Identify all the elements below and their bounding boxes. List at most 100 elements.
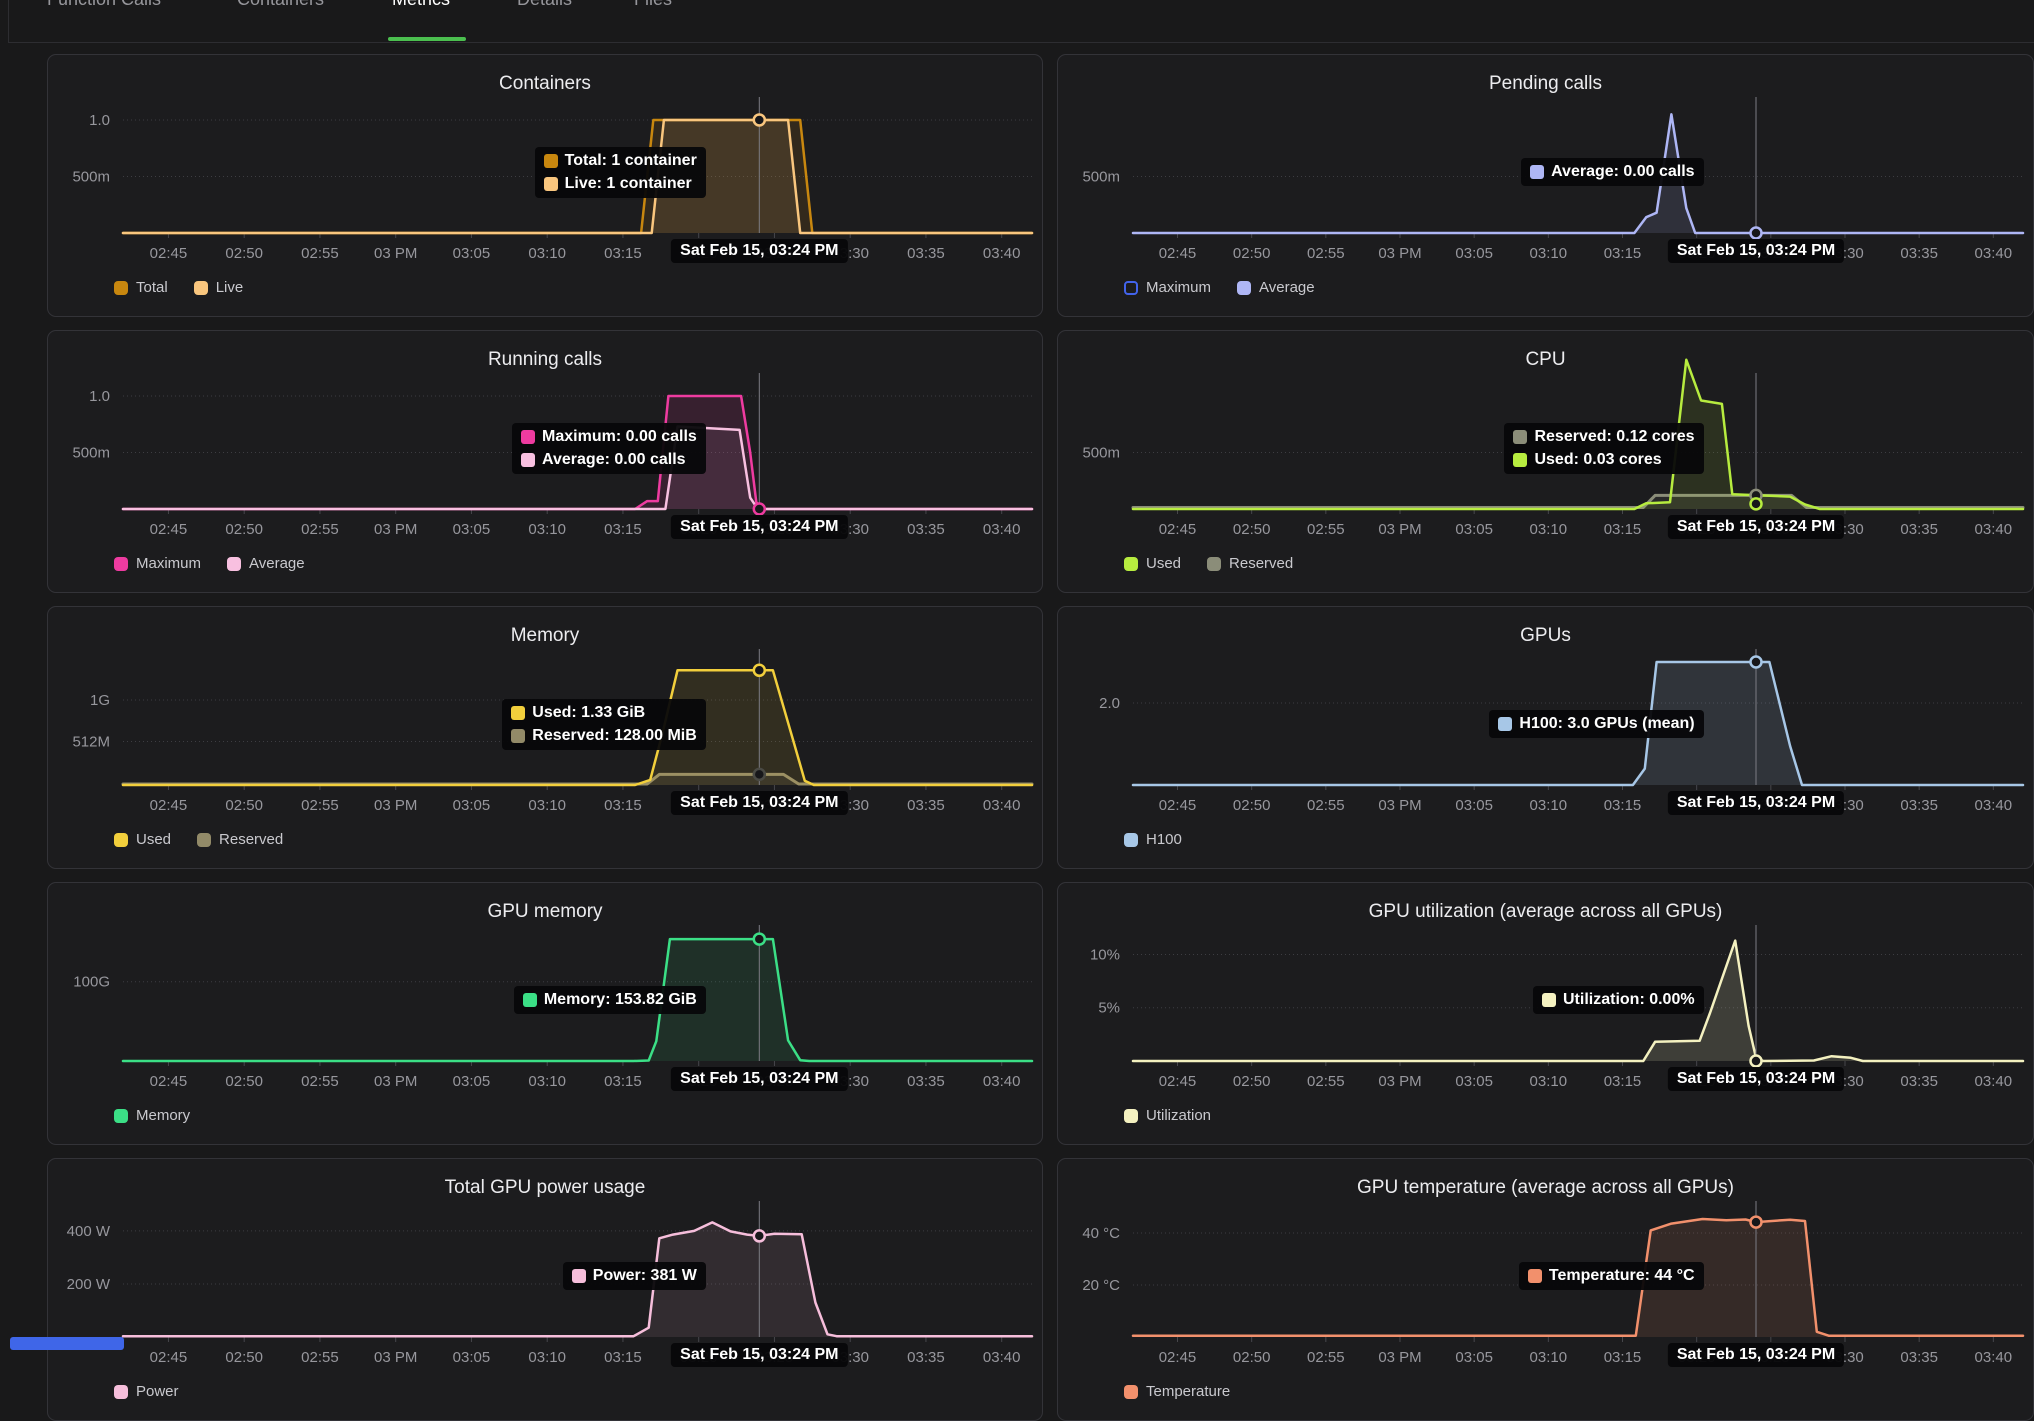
- chart-tooltip: H100: 3.0 GPUs (mean): [1489, 710, 1703, 738]
- legend-item-utilization[interactable]: Utilization: [1124, 1107, 1211, 1124]
- svg-text:02:55: 02:55: [1307, 797, 1345, 814]
- svg-text:02:45: 02:45: [1159, 1073, 1197, 1090]
- svg-text:02:50: 02:50: [1233, 1349, 1271, 1366]
- crosshair-time-badge: Sat Feb 15, 03:24 PM: [1668, 1067, 1844, 1091]
- crosshair-time-badge: Sat Feb 15, 03:24 PM: [1668, 791, 1844, 815]
- legend-item-maximum[interactable]: Maximum: [1124, 279, 1211, 296]
- svg-text:03:05: 03:05: [453, 1349, 491, 1366]
- legend-label: Reserved: [219, 831, 283, 848]
- legend-item-average[interactable]: Average: [1237, 279, 1315, 296]
- svg-text:03:05: 03:05: [1455, 1073, 1493, 1090]
- svg-text:03:10: 03:10: [528, 1349, 566, 1366]
- svg-text:02:55: 02:55: [1307, 1349, 1345, 1366]
- chart-card-pending-calls: Pending calls500m02:4502:5002:5503 PM03:…: [1057, 54, 2034, 317]
- chart-tooltip: Average: 0.00 calls: [1521, 158, 1704, 186]
- svg-text:03:15: 03:15: [1604, 245, 1642, 262]
- svg-text:03:15: 03:15: [604, 1073, 642, 1090]
- chart-legend: Maximum Average: [114, 555, 305, 572]
- chart-card-gpu-temperature: GPU temperature (average across all GPUs…: [1057, 1158, 2034, 1421]
- tooltip-value: Utilization: 0.00%: [1563, 991, 1695, 1009]
- chart-legend: Memory: [114, 1107, 190, 1124]
- legend-swatch: [1237, 281, 1251, 295]
- crosshair-time-badge: Sat Feb 15, 03:24 PM: [1668, 515, 1844, 539]
- legend-item-reserved[interactable]: Reserved: [197, 831, 283, 848]
- tooltip-series-swatch: [572, 1269, 586, 1283]
- tab-function-calls[interactable]: Function Calls: [47, 0, 161, 10]
- svg-text:200 W: 200 W: [67, 1276, 111, 1293]
- chart-tooltip: Total: 1 containerLive: 1 container: [535, 147, 706, 198]
- chart-card-cpu: CPU500m02:4502:5002:5503 PM03:0503:1003:…: [1057, 330, 2034, 593]
- legend-item-average[interactable]: Average: [227, 555, 305, 572]
- legend-item-memory[interactable]: Memory: [114, 1107, 190, 1124]
- tooltip-series-swatch: [544, 154, 558, 168]
- svg-text:03:40: 03:40: [1975, 797, 2013, 814]
- chart-plot-pending-calls[interactable]: 500m02:4502:5002:5503 PM03:0503:1003:150…: [1058, 55, 2034, 317]
- tooltip-value: Total: 1 container: [565, 152, 697, 170]
- tooltip-series-swatch: [521, 453, 535, 467]
- tooltip-value: Average: 0.00 calls: [1551, 163, 1695, 181]
- tooltip-series-swatch: [544, 177, 558, 191]
- svg-text:03:15: 03:15: [1604, 521, 1642, 538]
- legend-item-used[interactable]: Used: [114, 831, 171, 848]
- legend-item-reserved[interactable]: Reserved: [1207, 555, 1293, 572]
- svg-text:03:10: 03:10: [1530, 1073, 1568, 1090]
- tooltip-value: Temperature: 44 °C: [1549, 1267, 1695, 1285]
- svg-text:02:45: 02:45: [150, 797, 188, 814]
- chart-legend: Power: [114, 1383, 179, 1400]
- tooltip-value: Average: 0.00 calls: [542, 451, 686, 469]
- svg-text:400 W: 400 W: [67, 1223, 111, 1240]
- chart-tooltip: Reserved: 0.12 cores Used: 0.03 cores: [1504, 423, 1703, 474]
- tab-bar: Function Calls Containers Metrics Detail…: [0, 0, 2034, 43]
- svg-text:03 PM: 03 PM: [1378, 245, 1421, 262]
- legend-item-h100[interactable]: H100: [1124, 831, 1182, 848]
- legend-item-temperature[interactable]: Temperature: [1124, 1383, 1230, 1400]
- svg-text:02:50: 02:50: [1233, 521, 1271, 538]
- tooltip-series-swatch: [1513, 453, 1527, 467]
- chart-plot-gpu-temperature[interactable]: 40 °C20 °C02:4502:5002:5503 PM03:0503:10…: [1058, 1159, 2034, 1421]
- tooltip-value: H100: 3.0 GPUs (mean): [1519, 715, 1694, 733]
- svg-text:02:45: 02:45: [150, 245, 188, 262]
- legend-swatch: [1124, 557, 1138, 571]
- svg-text:02:55: 02:55: [301, 245, 339, 262]
- svg-text:03:10: 03:10: [528, 1073, 566, 1090]
- legend-item-maximum[interactable]: Maximum: [114, 555, 201, 572]
- svg-text:02:45: 02:45: [1159, 245, 1197, 262]
- chart-tooltip: Temperature: 44 °C: [1519, 1262, 1704, 1290]
- legend-item-live[interactable]: Live: [194, 279, 244, 296]
- svg-text:02:50: 02:50: [225, 245, 263, 262]
- chart-plot-gpu-utilization[interactable]: 10%5%02:4502:5002:5503 PM03:0503:1003:15…: [1058, 883, 2034, 1145]
- chart-plot-gpus[interactable]: 2.002:4502:5002:5503 PM03:0503:1003:1503…: [1058, 607, 2034, 869]
- svg-text:03:15: 03:15: [1604, 1073, 1642, 1090]
- tab-details[interactable]: Details: [517, 0, 572, 10]
- tab-containers[interactable]: Containers: [237, 0, 324, 10]
- legend-item-total[interactable]: Total: [114, 279, 168, 296]
- chart-plot-gpu-memory[interactable]: 100G02:4502:5002:5503 PM03:0503:1003:150…: [48, 883, 1043, 1145]
- crosshair-time-badge: Sat Feb 15, 03:24 PM: [671, 515, 847, 539]
- chart-card-gpu-power: Total GPU power usage400 W200 W02:4502:5…: [47, 1158, 1043, 1421]
- svg-text:03:10: 03:10: [528, 797, 566, 814]
- svg-text:02:55: 02:55: [301, 521, 339, 538]
- legend-item-used[interactable]: Used: [1124, 555, 1181, 572]
- tooltip-value: Maximum: 0.00 calls: [542, 428, 697, 446]
- svg-text:02:45: 02:45: [150, 1073, 188, 1090]
- legend-label: Total: [136, 279, 168, 296]
- tooltip-value: Used: 0.03 cores: [1534, 451, 1661, 469]
- tooltip-value: Reserved: 0.12 cores: [1534, 428, 1694, 446]
- chart-legend: Used Reserved: [114, 831, 283, 848]
- crosshair-time-badge: Sat Feb 15, 03:24 PM: [1668, 1343, 1844, 1367]
- chart-card-gpu-memory: GPU memory100G02:4502:5002:5503 PM03:050…: [47, 882, 1043, 1145]
- legend-item-power[interactable]: Power: [114, 1383, 179, 1400]
- svg-text:03:15: 03:15: [604, 521, 642, 538]
- legend-label: Average: [249, 555, 305, 572]
- legend-label: Power: [136, 1383, 179, 1400]
- tab-metrics[interactable]: Metrics: [392, 0, 450, 10]
- chart-plot-gpu-power[interactable]: 400 W200 W02:4502:5002:5503 PM03:0503:10…: [48, 1159, 1043, 1421]
- svg-text:02:45: 02:45: [150, 1349, 188, 1366]
- svg-text:03:05: 03:05: [1455, 521, 1493, 538]
- chart-card-gpu-utilization: GPU utilization (average across all GPUs…: [1057, 882, 2034, 1145]
- svg-text:03:40: 03:40: [983, 521, 1021, 538]
- tooltip-series-swatch: [1513, 430, 1527, 444]
- tab-files[interactable]: Files: [634, 0, 672, 10]
- svg-text:100G: 100G: [73, 974, 110, 991]
- svg-text:03:35: 03:35: [1900, 797, 1938, 814]
